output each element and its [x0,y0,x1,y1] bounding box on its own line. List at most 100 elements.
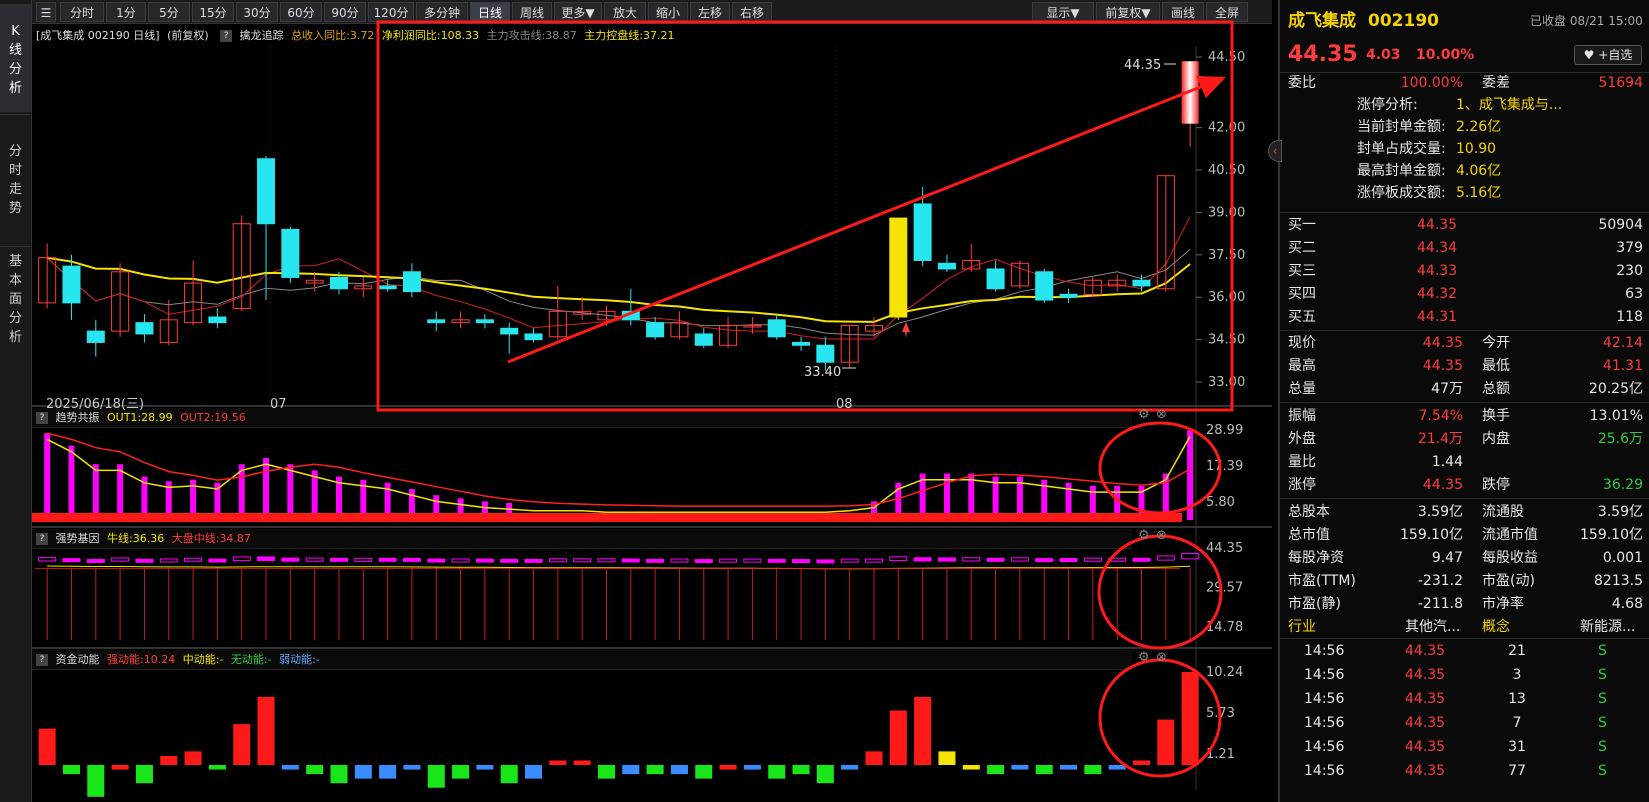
gene-block [1132,557,1151,562]
order-ratio-row: 委比 100.00% 委差 51694 [1280,72,1649,94]
gene-block [864,558,884,563]
close-icon[interactable]: ⊗ [1156,528,1167,543]
quote-value: 44.35 [1422,358,1463,374]
money-bar [695,765,713,779]
bid-row[interactable]: 买三 44.33 230 [1280,260,1649,282]
candle-body [500,327,519,335]
gene-block [816,559,835,564]
gene-block [500,558,519,563]
candle-body [937,262,956,270]
quote-label: 总额 [1482,381,1510,397]
tick-time: 14:56 [1304,667,1345,683]
money-bar [111,765,129,770]
tick-time: 14:56 [1304,763,1345,779]
candle-body [86,330,105,343]
bid-row[interactable]: 买二 44.34 379 [1280,237,1649,259]
tick-row: 14:56 44.35 3 S [1280,664,1649,686]
bid-price: 44.32 [1417,286,1458,302]
concept-value[interactable]: 新能源... [1580,616,1635,638]
highlight-bar-annotation [32,513,1182,522]
money-bar [622,765,640,775]
quote-row: 最高 44.35 最低 41.31 [1280,355,1649,377]
gene-block [62,558,81,563]
limit-value: 5.16亿 [1456,185,1502,201]
heart-icon: ♥ [1583,48,1595,62]
industry-row: 行业 其他汽... 概念 新能源... [1280,616,1649,638]
quote-label: 市盈(动) [1482,573,1535,589]
candle-body [1035,271,1054,301]
gene-block [1083,557,1102,562]
candle-body [427,319,446,324]
money-bar [816,765,834,784]
candle-body [986,268,1005,290]
tick-time: 14:56 [1304,691,1345,707]
money-bar [1132,760,1151,765]
gear-icon[interactable]: ⚙ [1138,528,1150,543]
bid-row[interactable]: 买一 44.35 50904 [1280,214,1649,236]
tick-price: 44.35 [1405,667,1446,683]
limit-label: 当前封单金额: [1357,119,1446,135]
gene-block [111,557,130,562]
market-status: 已收盘 08/21 15:00 [1530,14,1643,28]
limit-label: 最高封单金额: [1357,163,1446,179]
quote-row: 市盈(TTM) -231.2 市盈(动) 8213.5 [1280,570,1649,592]
gear-icon[interactable]: ⚙ [1138,650,1150,665]
money-bar [233,724,251,765]
kline-chart[interactable]: 44.50 42.00 40.50 39.00 37.50 36.00 34.50 33.00… [0,0,1278,802]
quote-value: 4.68 [1611,596,1643,612]
money-bar [768,765,786,779]
date-label: 07 [270,397,287,412]
price-axis-label: 39.00 [1208,205,1245,220]
money-bar [500,765,518,784]
gene-block [719,558,738,563]
price-row: 44.35 4.03 10.00% ♥ +自选 [1280,40,1649,70]
tick-volume: 3 [1512,667,1522,683]
money-bar [257,696,275,765]
candle-body [208,316,227,324]
tick-side: S [1598,667,1607,683]
quote-value: 8213.5 [1594,573,1643,589]
industry-value[interactable]: 其他汽... [1405,616,1460,638]
price-axis-label: 37.50 [1208,248,1245,263]
concept-label: 概念 [1482,619,1510,635]
close-icon[interactable]: ⊗ [1156,407,1167,422]
money-bar [160,755,178,765]
bid-row[interactable]: 买五 44.31 118 [1280,306,1649,328]
quote-value: 42.14 [1602,335,1643,351]
tick-row: 14:56 44.35 7 S [1280,712,1649,734]
candle-body [816,344,835,363]
quote-row: 振幅 7.54% 换手 13.01% [1280,405,1649,427]
quote-value: 3.59亿 [1597,504,1643,520]
money-bar [427,765,445,788]
bid-price: 44.35 [1417,217,1458,233]
candle-body [646,322,665,338]
tick-side: S [1598,691,1607,707]
industry-label: 行业 [1288,619,1316,635]
quote-value: 21.4万 [1417,431,1463,447]
gene-block [232,556,251,562]
quote-label: 每股收益 [1482,550,1538,566]
quote-row: 市盈(静) -211.8 市净率 4.68 [1280,593,1649,615]
trend-axis-label: 28.99 [1206,423,1243,438]
add-watchlist-button[interactable]: ♥ +自选 [1574,45,1642,65]
circle-annotation [1098,421,1222,515]
gear-icon[interactable]: ⚙ [1138,407,1150,422]
limit-row: 最高封单金额: 4.06亿 [1280,160,1649,182]
bid-row[interactable]: 买四 44.32 63 [1280,283,1649,305]
quote-value: 13.01% [1589,408,1643,424]
gene-block [646,558,665,563]
quote-label: 流通市值 [1482,527,1538,543]
quote-value: 44.35 [1422,477,1463,493]
quote-label: 振幅 [1288,408,1316,424]
money-bar [525,765,543,779]
tick-time: 14:56 [1304,715,1345,731]
limit-value[interactable]: 1、成飞集成与... [1456,94,1562,116]
bid-label: 买一 [1288,217,1316,233]
trend-bar [263,458,270,520]
money-bar [354,765,372,779]
candle-body [1132,279,1151,287]
close-icon[interactable]: ⊗ [1156,650,1167,665]
trend-bar [92,464,99,520]
quote-value: 3.59亿 [1417,504,1463,520]
quote-label: 外盘 [1288,431,1316,447]
